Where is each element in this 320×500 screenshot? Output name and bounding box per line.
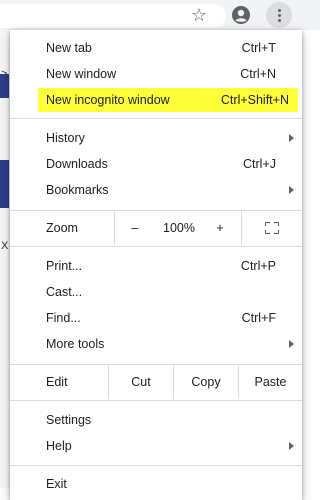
menu-item-help[interactable]: Help xyxy=(10,433,302,459)
submenu-arrow-icon xyxy=(289,186,294,194)
zoom-out-button[interactable]: – xyxy=(115,211,155,245)
menu-item-label: History xyxy=(46,131,85,145)
page-accent-block xyxy=(0,74,9,98)
fullscreen-icon xyxy=(265,222,279,234)
copy-button[interactable]: Copy xyxy=(174,365,238,399)
zoom-level-value: 100% xyxy=(163,221,195,235)
menu-separator xyxy=(10,465,302,466)
menu-item-label: Help xyxy=(46,439,72,453)
menu-item-history[interactable]: History xyxy=(10,125,302,151)
page-background: > X xyxy=(0,30,10,488)
paste-button[interactable]: Paste xyxy=(239,365,302,399)
cut-button[interactable]: Cut xyxy=(109,365,173,399)
menu-item-label: Settings xyxy=(46,413,92,427)
menu-item-more-tools[interactable]: More tools xyxy=(10,331,302,357)
menu-item-cast[interactable]: Cast... xyxy=(10,279,302,305)
page-text-fragment: X xyxy=(1,240,9,252)
menu-item-label: More tools xyxy=(46,337,105,351)
edit-label: Edit xyxy=(46,375,68,389)
zoom-in-button[interactable]: + xyxy=(203,211,237,245)
menu-item-shortcut: Ctrl+J xyxy=(243,157,276,171)
menu-item-shortcut: Ctrl+T xyxy=(241,41,276,55)
menu-separator xyxy=(10,400,302,401)
menu-item-label: Exit xyxy=(46,477,67,491)
menu-item-label: New tab xyxy=(46,41,92,55)
menu-item-shortcut: Ctrl+F xyxy=(241,311,276,325)
menu-item-shortcut: Ctrl+Shift+N xyxy=(220,93,289,107)
menu-item-find[interactable]: Find... Ctrl+F xyxy=(10,305,302,331)
menu-item-settings[interactable]: Settings xyxy=(10,407,302,433)
menu-separator xyxy=(10,246,302,247)
menu-item-label: Find... xyxy=(46,311,81,325)
menu-item-label: New window xyxy=(46,67,117,81)
submenu-arrow-icon xyxy=(289,442,294,450)
star-icon[interactable]: ☆ xyxy=(188,4,210,26)
menu-item-shortcut: Ctrl+N xyxy=(240,67,276,81)
menu-item-label: Bookmarks xyxy=(46,183,109,197)
zoom-row: Zoom – 100% + xyxy=(10,211,302,245)
browser-toolbar: ☆ xyxy=(0,0,320,30)
menu-item-print[interactable]: Print... Ctrl+P xyxy=(10,253,302,279)
menu-item-new-window[interactable]: New window Ctrl+N xyxy=(10,61,302,87)
menu-item-exit[interactable]: Exit xyxy=(10,471,302,497)
menu-separator xyxy=(10,118,302,119)
menu-item-label: Print... xyxy=(46,259,83,273)
chrome-main-menu: New tab Ctrl+T New window Ctrl+N New inc… xyxy=(10,30,302,500)
edit-row: Edit Cut Copy Paste xyxy=(10,365,302,399)
menu-item-label: Downloads xyxy=(46,157,108,171)
fullscreen-button[interactable] xyxy=(242,211,302,245)
edit-label-cell: Edit xyxy=(10,365,108,399)
menu-item-shortcut: Ctrl+P xyxy=(240,259,276,273)
menu-item-label: Cast... xyxy=(46,285,83,299)
account-icon[interactable] xyxy=(230,4,252,26)
menu-item-new-incognito-window[interactable]: New incognito window Ctrl+Shift+N xyxy=(10,87,302,113)
submenu-arrow-icon xyxy=(289,134,294,142)
menu-item-new-tab[interactable]: New tab Ctrl+T xyxy=(10,35,302,61)
page-accent-block xyxy=(0,160,9,208)
zoom-label-cell: Zoom xyxy=(10,211,114,245)
menu-item-downloads[interactable]: Downloads Ctrl+J xyxy=(10,151,302,177)
submenu-arrow-icon xyxy=(289,340,294,348)
more-vert-icon[interactable] xyxy=(266,2,292,28)
zoom-label: Zoom xyxy=(46,221,78,235)
menu-item-bookmarks[interactable]: Bookmarks xyxy=(10,177,302,203)
menu-item-label: New incognito window xyxy=(46,93,170,107)
